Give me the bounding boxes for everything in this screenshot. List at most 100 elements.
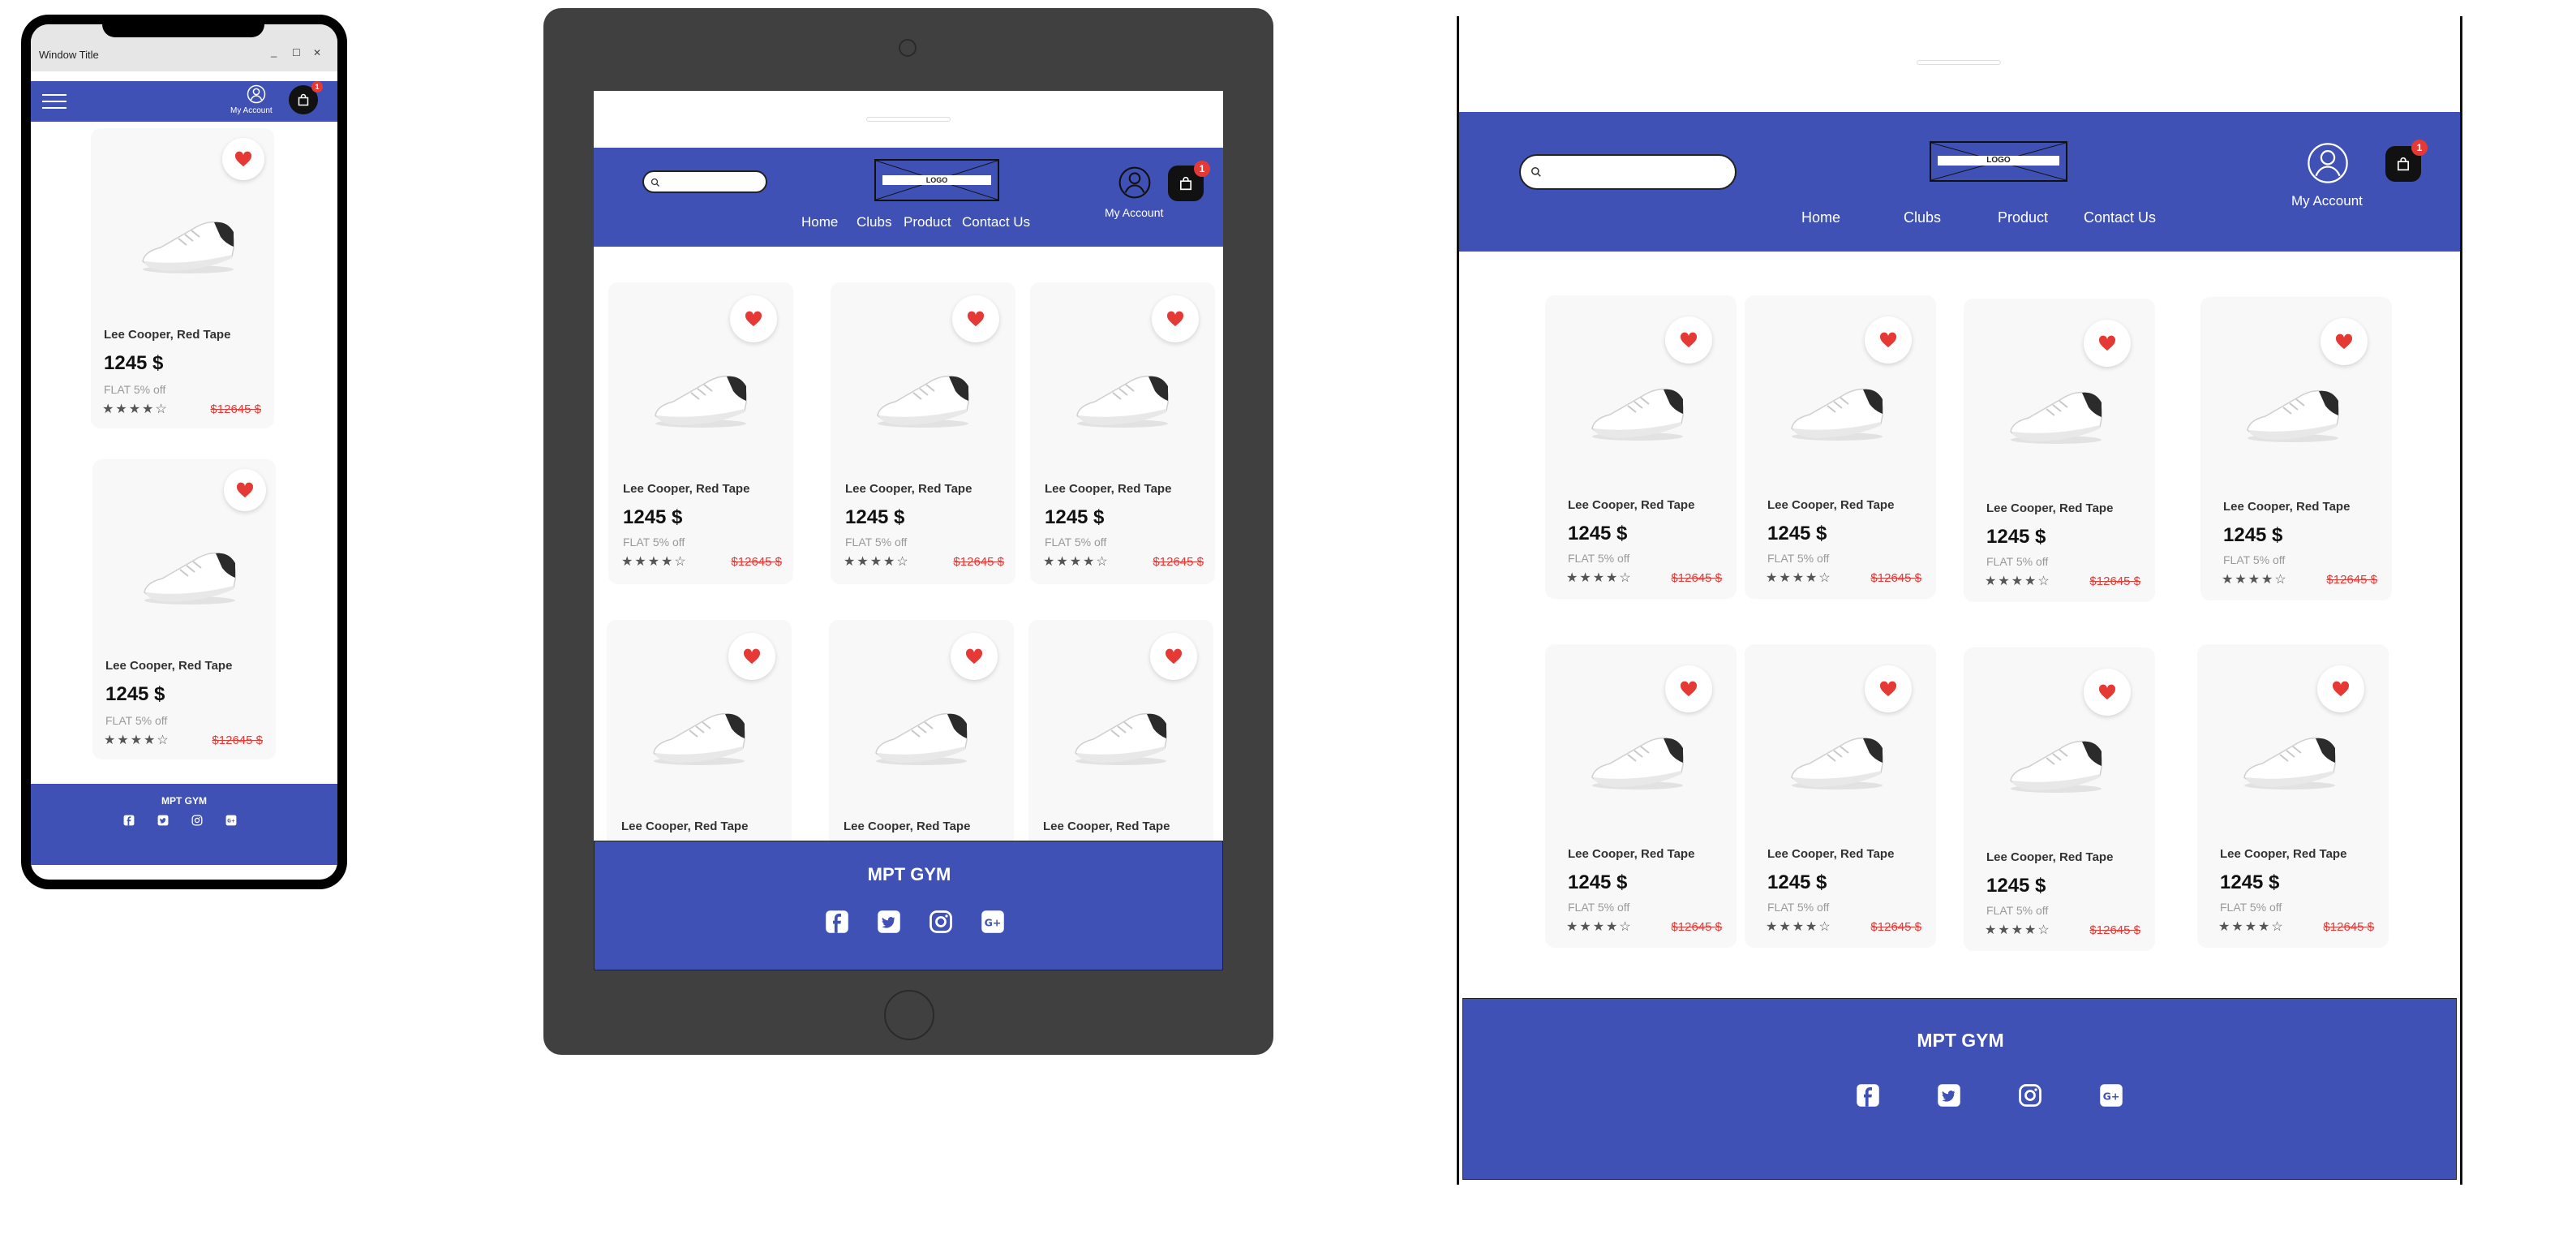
product-image[interactable] [2238, 725, 2343, 792]
close-button[interactable]: ✕ [313, 47, 321, 58]
favorite-button[interactable] [224, 469, 266, 511]
favorite-button[interactable] [1152, 295, 1199, 342]
product-card[interactable]: Lee Cooper, Red Tape 1245 $ FLAT 5% off ★★★… [1964, 299, 2155, 602]
favorite-button[interactable] [2084, 320, 2131, 367]
nav-contact-us[interactable]: Contact Us [962, 214, 1030, 230]
product-name[interactable]: Lee Cooper, Red Tape [105, 659, 232, 673]
nav-home[interactable]: Home [801, 214, 838, 230]
instagram-icon[interactable] [2018, 1083, 2042, 1108]
favorite-button[interactable] [2084, 669, 2131, 716]
product-image[interactable] [649, 364, 754, 430]
product-card[interactable]: Lee Cooper, Red Tape 1245 $ FLAT 5% off ★★★… [2197, 644, 2389, 948]
product-name[interactable]: Lee Cooper, Red Tape [1568, 847, 1694, 861]
tablet-camera [899, 39, 917, 57]
product-name[interactable]: Lee Cooper, Red Tape [844, 820, 970, 833]
product-name[interactable]: Lee Cooper, Red Tape [1043, 820, 1170, 833]
favorite-button[interactable] [1665, 665, 1712, 712]
product-name[interactable]: Lee Cooper, Red Tape [2223, 500, 2350, 514]
product-name[interactable]: Lee Cooper, Red Tape [621, 820, 748, 833]
product-card[interactable]: Lee Cooper, Red Tape 1245 $ FLAT 5% off ★★★… [1030, 282, 1215, 584]
account-icon[interactable] [247, 84, 266, 104]
product-name[interactable]: Lee Cooper, Red Tape [104, 328, 230, 342]
product-name[interactable]: Lee Cooper, Red Tape [1986, 850, 2113, 864]
logo[interactable]: LOGO [874, 159, 999, 201]
logo[interactable]: LOGO [1930, 141, 2067, 182]
account-label[interactable]: My Account [2291, 193, 2363, 209]
product-name[interactable]: Lee Cooper, Red Tape [623, 482, 749, 496]
twitter-icon[interactable] [877, 910, 901, 934]
favorite-button[interactable] [1865, 316, 1912, 364]
product-name[interactable]: Lee Cooper, Red Tape [1045, 482, 1171, 496]
favorite-button[interactable] [1665, 316, 1712, 364]
product-image[interactable] [869, 701, 975, 768]
instagram-icon[interactable] [191, 815, 203, 826]
account-label[interactable]: My Account [1105, 206, 1163, 219]
product-name[interactable]: Lee Cooper, Red Tape [2220, 847, 2346, 861]
product-card[interactable]: Lee Cooper, Red Tape 1245 $ FLAT 5% off ★★★… [1545, 644, 1737, 948]
nav-contact-us[interactable]: Contact Us [2084, 209, 2156, 226]
google-plus-icon[interactable]: G+ [981, 910, 1005, 934]
google-plus-icon[interactable]: G+ [2099, 1083, 2123, 1108]
product-image[interactable] [1071, 364, 1176, 430]
product-image[interactable] [871, 364, 977, 430]
favorite-button[interactable] [222, 138, 264, 180]
product-card[interactable]: Lee Cooper, Red Tape 1245 $ FLAT 5% off ★★★… [831, 282, 1015, 584]
favorite-button[interactable] [2317, 665, 2364, 712]
product-card[interactable]: Lee Cooper, Red Tape 1245 $ FLAT 5% off ★★★… [1964, 648, 2155, 951]
nav-clubs[interactable]: Clubs [1904, 209, 1941, 226]
nav-home[interactable]: Home [1801, 209, 1840, 226]
product-name[interactable]: Lee Cooper, Red Tape [1767, 498, 1894, 512]
favorite-button[interactable] [1150, 633, 1197, 680]
product-image[interactable] [138, 540, 243, 607]
product-card[interactable]: Lee Cooper, Red Tape 1245 $ FLAT 5% off ★★★… [91, 128, 274, 428]
account-icon[interactable] [2306, 141, 2350, 185]
search-input[interactable] [1519, 154, 1737, 190]
product-image[interactable] [2241, 378, 2346, 445]
product-name[interactable]: Lee Cooper, Red Tape [1767, 847, 1894, 861]
product-name[interactable]: Lee Cooper, Red Tape [845, 482, 972, 496]
product-image[interactable] [1586, 376, 1691, 443]
favorite-button[interactable] [728, 633, 775, 680]
hamburger-menu-icon[interactable] [42, 94, 67, 110]
product-card[interactable]: Lee Cooper, Red Tape 1245 $ FLAT 5% off ★★★… [608, 282, 793, 584]
facebook-icon[interactable] [1856, 1083, 1880, 1108]
product-image[interactable] [1785, 725, 1891, 792]
account-label[interactable]: My Account [230, 106, 273, 115]
product-card[interactable]: Lee Cooper, Red Tape 1245 $ FLAT 5% off ★★★… [1745, 644, 1936, 948]
product-image[interactable] [1785, 376, 1891, 443]
favorite-button[interactable] [952, 295, 999, 342]
twitter-icon[interactable] [157, 815, 169, 826]
product-name[interactable]: Lee Cooper, Red Tape [1568, 498, 1694, 512]
product-image[interactable] [1069, 701, 1174, 768]
tablet-home-button[interactable] [884, 990, 934, 1040]
facebook-icon[interactable] [825, 910, 849, 934]
product-price: 1245 $ [1986, 875, 2046, 897]
product-image[interactable] [136, 209, 242, 276]
minimize-button[interactable]: _ [271, 45, 277, 58]
nav-product[interactable]: Product [904, 214, 951, 230]
product-card[interactable]: Lee Cooper, Red Tape 1245 $ FLAT 5% off ★★★… [2200, 297, 2392, 600]
instagram-icon[interactable] [929, 910, 953, 934]
favorite-button[interactable] [1865, 665, 1912, 712]
product-card[interactable]: Lee Cooper, Red Tape 1245 $ FLAT 5% off ★★★… [92, 459, 276, 759]
product-card[interactable]: Lee Cooper, Red Tape 1245 $ FLAT 5% off ★★★… [1545, 295, 1737, 599]
nav-product[interactable]: Product [1998, 209, 2048, 226]
product-image[interactable] [1586, 725, 1691, 792]
product-image[interactable] [647, 701, 753, 768]
account-icon[interactable] [1118, 166, 1152, 200]
nav-clubs[interactable]: Clubs [857, 214, 891, 230]
product-card[interactable]: Lee Cooper, Red Tape 1245 $ FLAT 5% off ★★★… [1745, 295, 1936, 599]
maximize-button[interactable]: ☐ [292, 47, 301, 58]
facebook-icon[interactable] [123, 815, 135, 826]
favorite-button[interactable] [951, 633, 998, 680]
search-input[interactable] [642, 170, 767, 193]
favorite-button[interactable] [730, 295, 777, 342]
product-image[interactable] [2004, 729, 2110, 795]
product-name[interactable]: Lee Cooper, Red Tape [1986, 501, 2113, 515]
twitter-icon[interactable] [1937, 1083, 1961, 1108]
product-price: 1245 $ [2220, 871, 2280, 893]
product-image[interactable] [2004, 380, 2110, 446]
favorite-button[interactable] [2321, 318, 2368, 365]
google-plus-icon[interactable]: G+ [225, 815, 237, 826]
old-price: $12645 $ [953, 555, 1004, 569]
